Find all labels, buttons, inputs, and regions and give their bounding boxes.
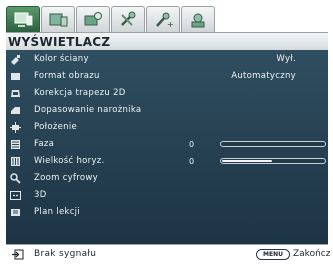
tab-information[interactable] bbox=[181, 6, 215, 32]
menu-item-label: Kolor ściany bbox=[34, 54, 89, 64]
tab-picture-settings[interactable] bbox=[76, 6, 110, 32]
menu-item-number: 0 bbox=[189, 157, 195, 166]
menu-item-value: Automatyczny bbox=[231, 71, 296, 81]
menu-item-3d[interactable]: 3D bbox=[6, 187, 328, 204]
menu-item-label: Faza bbox=[34, 139, 55, 149]
h-size-slider[interactable] bbox=[220, 158, 326, 164]
menu-item-position[interactable]: Położenie bbox=[6, 119, 328, 136]
menu-key-button[interactable]: MENU bbox=[256, 249, 290, 260]
menu-item-wall-color[interactable]: Kolor ściany Wył. bbox=[6, 51, 328, 68]
slider-fill bbox=[222, 160, 272, 162]
menu-item-label: Plan lekcji bbox=[34, 207, 80, 217]
phase-icon bbox=[11, 140, 20, 149]
h-size-icon bbox=[11, 157, 20, 166]
3d-icon bbox=[10, 191, 21, 200]
information-icon bbox=[191, 13, 205, 27]
tab-picture[interactable] bbox=[41, 6, 75, 32]
tab-advanced[interactable]: + bbox=[146, 6, 180, 32]
menu-title: WYŚWIETLACZ bbox=[6, 32, 328, 50]
picture-frame-icon bbox=[49, 13, 68, 26]
menu-item-label: 3D bbox=[34, 190, 47, 200]
svg-text:+: + bbox=[167, 20, 174, 29]
keystone-icon bbox=[11, 90, 20, 97]
menu-list: Kolor ściany Wył. Format obrazu Automaty… bbox=[6, 50, 328, 244]
tab-display[interactable] bbox=[6, 6, 40, 32]
menu-item-keystone[interactable]: Korekcja trapezu 2D bbox=[6, 85, 328, 102]
menu-item-label: Korekcja trapezu 2D bbox=[34, 88, 126, 98]
menu-item-h-size[interactable]: Wielkość horyz. 0 bbox=[6, 153, 328, 170]
exit-label: Zakończ bbox=[293, 249, 331, 259]
menu-item-number: 0 bbox=[189, 140, 195, 149]
no-signal-message: Brak sygnału bbox=[34, 249, 97, 259]
menu-item-digital-zoom[interactable]: Zoom cyfrowy bbox=[6, 170, 328, 187]
menu-item-aspect-ratio[interactable]: Format obrazu Automatyczny bbox=[6, 68, 328, 85]
menu-item-label: Położenie bbox=[34, 122, 78, 132]
system-tools-icon bbox=[121, 11, 136, 26]
menu-item-label: Dopasowanie narożnika bbox=[34, 105, 142, 115]
aspect-ratio-icon bbox=[11, 73, 20, 80]
wall-color-icon bbox=[11, 55, 20, 65]
menu-item-label: Zoom cyfrowy bbox=[34, 173, 98, 183]
status-bar: Brak sygnału MENU Zakończ bbox=[6, 244, 331, 263]
teaching-template-icon bbox=[11, 209, 20, 216]
input-source-icon bbox=[12, 249, 24, 260]
tab-system[interactable] bbox=[111, 6, 145, 32]
position-icon bbox=[10, 122, 21, 133]
advanced-tools-icon: + bbox=[156, 12, 174, 29]
menu-item-corner-fit[interactable]: Dopasowanie narożnika bbox=[6, 102, 328, 119]
display-monitor-icon bbox=[14, 12, 33, 27]
menu-item-label: Format obrazu bbox=[34, 71, 100, 81]
menu-item-value: Wył. bbox=[276, 54, 296, 64]
menu-item-teaching-template[interactable]: Plan lekcji bbox=[6, 204, 328, 221]
menu-item-label: Wielkość horyz. bbox=[34, 156, 105, 166]
corner-fit-icon bbox=[11, 107, 20, 114]
picture-settings-icon bbox=[84, 11, 102, 25]
digital-zoom-icon bbox=[10, 173, 21, 184]
phase-slider[interactable] bbox=[220, 141, 326, 147]
menu-item-phase[interactable]: Faza 0 bbox=[6, 136, 328, 153]
tab-bar: + bbox=[6, 6, 216, 32]
